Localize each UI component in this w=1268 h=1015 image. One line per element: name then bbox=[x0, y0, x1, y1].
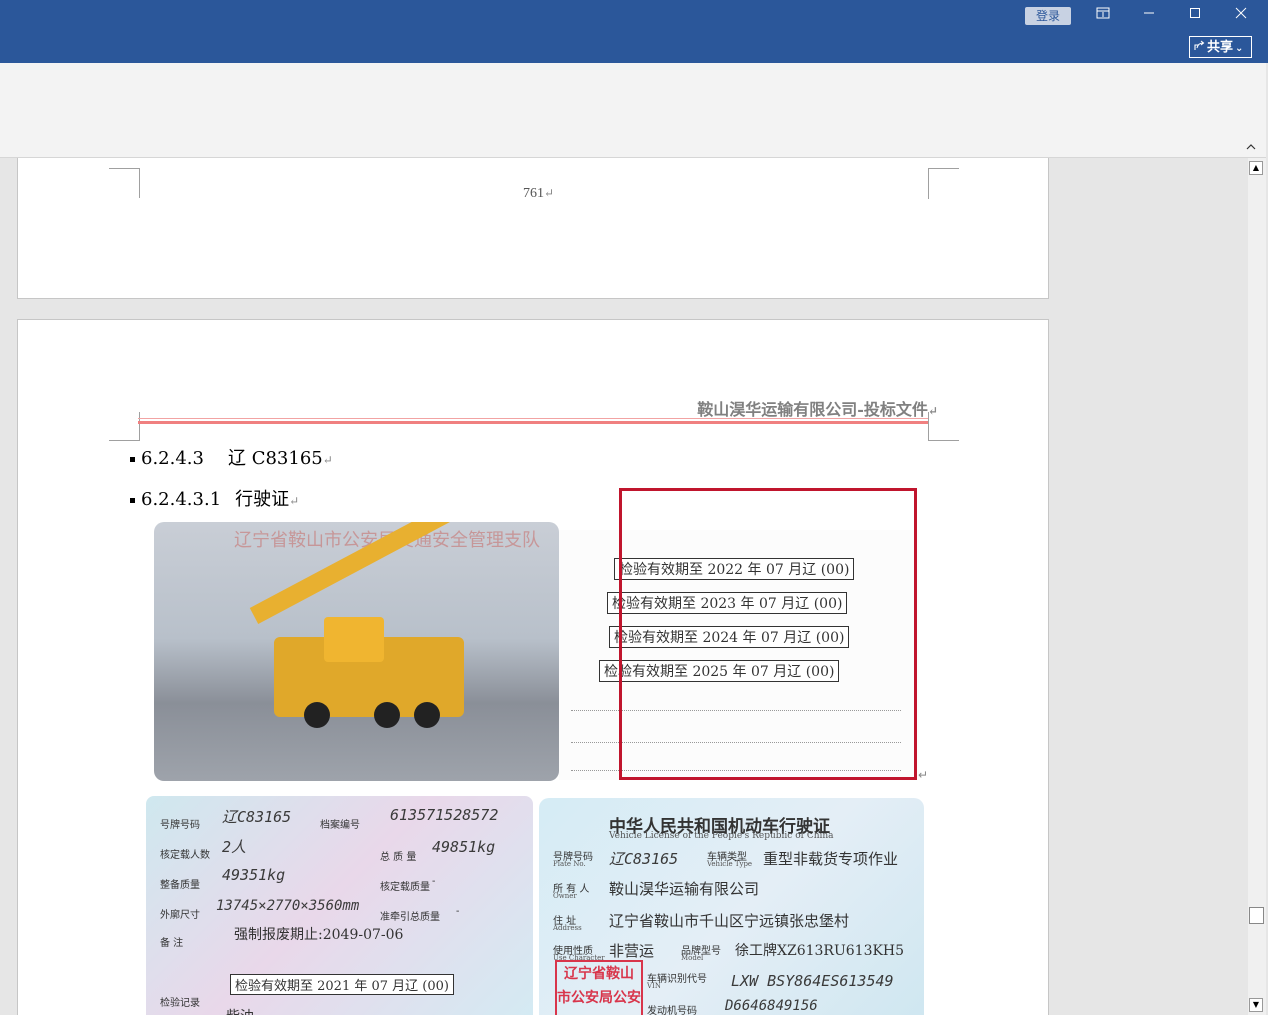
minimize-icon[interactable] bbox=[1134, 4, 1164, 26]
margin-corner bbox=[109, 412, 140, 441]
crane-wheel bbox=[374, 702, 400, 728]
crane-wheel bbox=[304, 702, 330, 728]
lic-value: 徐工牌XZ613RU613KH5 bbox=[735, 943, 905, 959]
share-button[interactable]: 共享 ⌄ bbox=[1189, 36, 1252, 58]
lic-label: 核定载质量 bbox=[380, 882, 430, 893]
scroll-down-icon[interactable]: ▼ bbox=[1249, 998, 1263, 1012]
lic-value: 非营运 bbox=[609, 942, 655, 960]
lic-label: 总 质 量 bbox=[380, 852, 417, 863]
crane-wheel bbox=[414, 702, 440, 728]
lic-value: LXW BSY864ES613549 bbox=[731, 972, 894, 990]
close-icon[interactable] bbox=[1226, 4, 1256, 26]
lic-label: 核定载人数 bbox=[160, 850, 210, 861]
ribbon-area bbox=[0, 63, 1266, 158]
list-bullet bbox=[130, 456, 135, 462]
lic-value: D6646849156 bbox=[725, 998, 818, 1014]
maximize-icon[interactable] bbox=[1180, 4, 1210, 26]
ribbon-display-icon[interactable] bbox=[1088, 4, 1118, 26]
lic-label: 发动机号码 bbox=[647, 1006, 697, 1015]
lic-label-en: Vehicle Type bbox=[707, 860, 753, 868]
document-area[interactable]: 761↵ 鞍山淏华运输有限公司-投标文件↵ 6.2.4.3 辽 C83165↵ 6… bbox=[0, 158, 1248, 1015]
share-label: 共享 bbox=[1207, 40, 1234, 55]
login-button[interactable]: 登录 bbox=[1025, 7, 1071, 25]
lic-value: 辽C83165 bbox=[609, 850, 679, 868]
page-header[interactable]: 鞍山淏华运输有限公司-投标文件↵ bbox=[697, 396, 938, 420]
lic-label: 备 注 bbox=[160, 938, 184, 949]
vertical-scrollbar[interactable] bbox=[1248, 158, 1266, 1015]
police-seal: 辽宁省鞍山 市公安局公安 bbox=[555, 960, 643, 1015]
lic-value: 强制报废期止:2049-07-06 bbox=[234, 927, 404, 943]
license-title-en: Vehicle License of the People's Republic… bbox=[609, 831, 834, 841]
license-back-image[interactable]: 号牌号码 辽C83165 档案编号 613571528572 核定载人数 2人 … bbox=[146, 796, 533, 1015]
lic-label-en: Owner bbox=[553, 892, 577, 900]
title-bar: 登录 共享 ⌄ bbox=[0, 0, 1268, 63]
chevron-down-icon: ⌄ bbox=[1235, 43, 1244, 54]
lic-value: 2人 bbox=[222, 838, 247, 856]
paragraph-mark: ↵ bbox=[918, 768, 929, 782]
page-number: 761↵ bbox=[523, 186, 555, 201]
lic-label: 号牌号码 bbox=[160, 820, 200, 831]
page-previous: 761↵ bbox=[17, 158, 1049, 299]
inspection-stamp: 检验有效期至 2021 年 07 月辽 (00) bbox=[230, 974, 454, 995]
header-rule bbox=[138, 418, 928, 419]
list-bullet bbox=[130, 497, 135, 503]
lic-value: 重型非载货专项作业 bbox=[763, 850, 899, 868]
lic-value: 613571528572 bbox=[390, 806, 499, 824]
license-front-image[interactable]: 中华人民共和国机动车行驶证 Vehicle License of the Peo… bbox=[539, 798, 924, 1015]
lic-value: 13745×2770×3560mm bbox=[216, 898, 360, 914]
page-current: 鞍山淏华运输有限公司-投标文件↵ 6.2.4.3 辽 C83165↵ 6.2.4.… bbox=[17, 319, 1049, 1015]
scroll-thumb[interactable] bbox=[1249, 907, 1264, 924]
scroll-up-icon[interactable]: ▲ bbox=[1249, 161, 1263, 175]
lic-value: 49851kg bbox=[432, 838, 496, 856]
lic-value: 辽C83165 bbox=[222, 808, 292, 826]
lic-label: 检验记录 bbox=[160, 998, 200, 1009]
highlight-box bbox=[619, 488, 917, 780]
lic-value: 柴油 bbox=[226, 1006, 254, 1015]
vehicle-photo[interactable]: 辽宁省鞍山市公安局交通安全管理支队 bbox=[154, 522, 559, 781]
margin-corner bbox=[109, 168, 139, 169]
collapse-ribbon-icon[interactable] bbox=[1244, 143, 1258, 155]
heading-level4[interactable]: 6.2.4.3 辽 C83165↵ bbox=[130, 444, 333, 470]
header-rule bbox=[138, 421, 928, 424]
lic-label-en: Model bbox=[681, 954, 704, 962]
lic-label: 外廓尺寸 bbox=[160, 910, 200, 921]
lic-label: 准牵引总质量 bbox=[380, 912, 440, 923]
lic-value: 49351kg bbox=[222, 866, 286, 884]
margin-corner bbox=[928, 168, 959, 199]
crane-cab bbox=[324, 617, 384, 662]
share-icon bbox=[1194, 37, 1205, 59]
lic-label-en: VIN bbox=[647, 982, 661, 990]
lic-value: 鞍山淏华运输有限公司 bbox=[609, 880, 760, 898]
lic-label-en: Address bbox=[553, 924, 582, 932]
margin-corner bbox=[109, 168, 140, 198]
lic-value: 辽宁省鞍山市千山区宁远镇张忠堡村 bbox=[609, 912, 850, 930]
lic-label: 档案编号 bbox=[320, 820, 360, 831]
lic-value: - bbox=[432, 876, 436, 887]
lic-label: 整备质量 bbox=[160, 880, 200, 891]
lic-value: - bbox=[456, 906, 460, 917]
heading-level5[interactable]: 6.2.4.3.1 行驶证↵ bbox=[130, 485, 299, 511]
lic-label-en: Plate No. bbox=[553, 860, 586, 868]
